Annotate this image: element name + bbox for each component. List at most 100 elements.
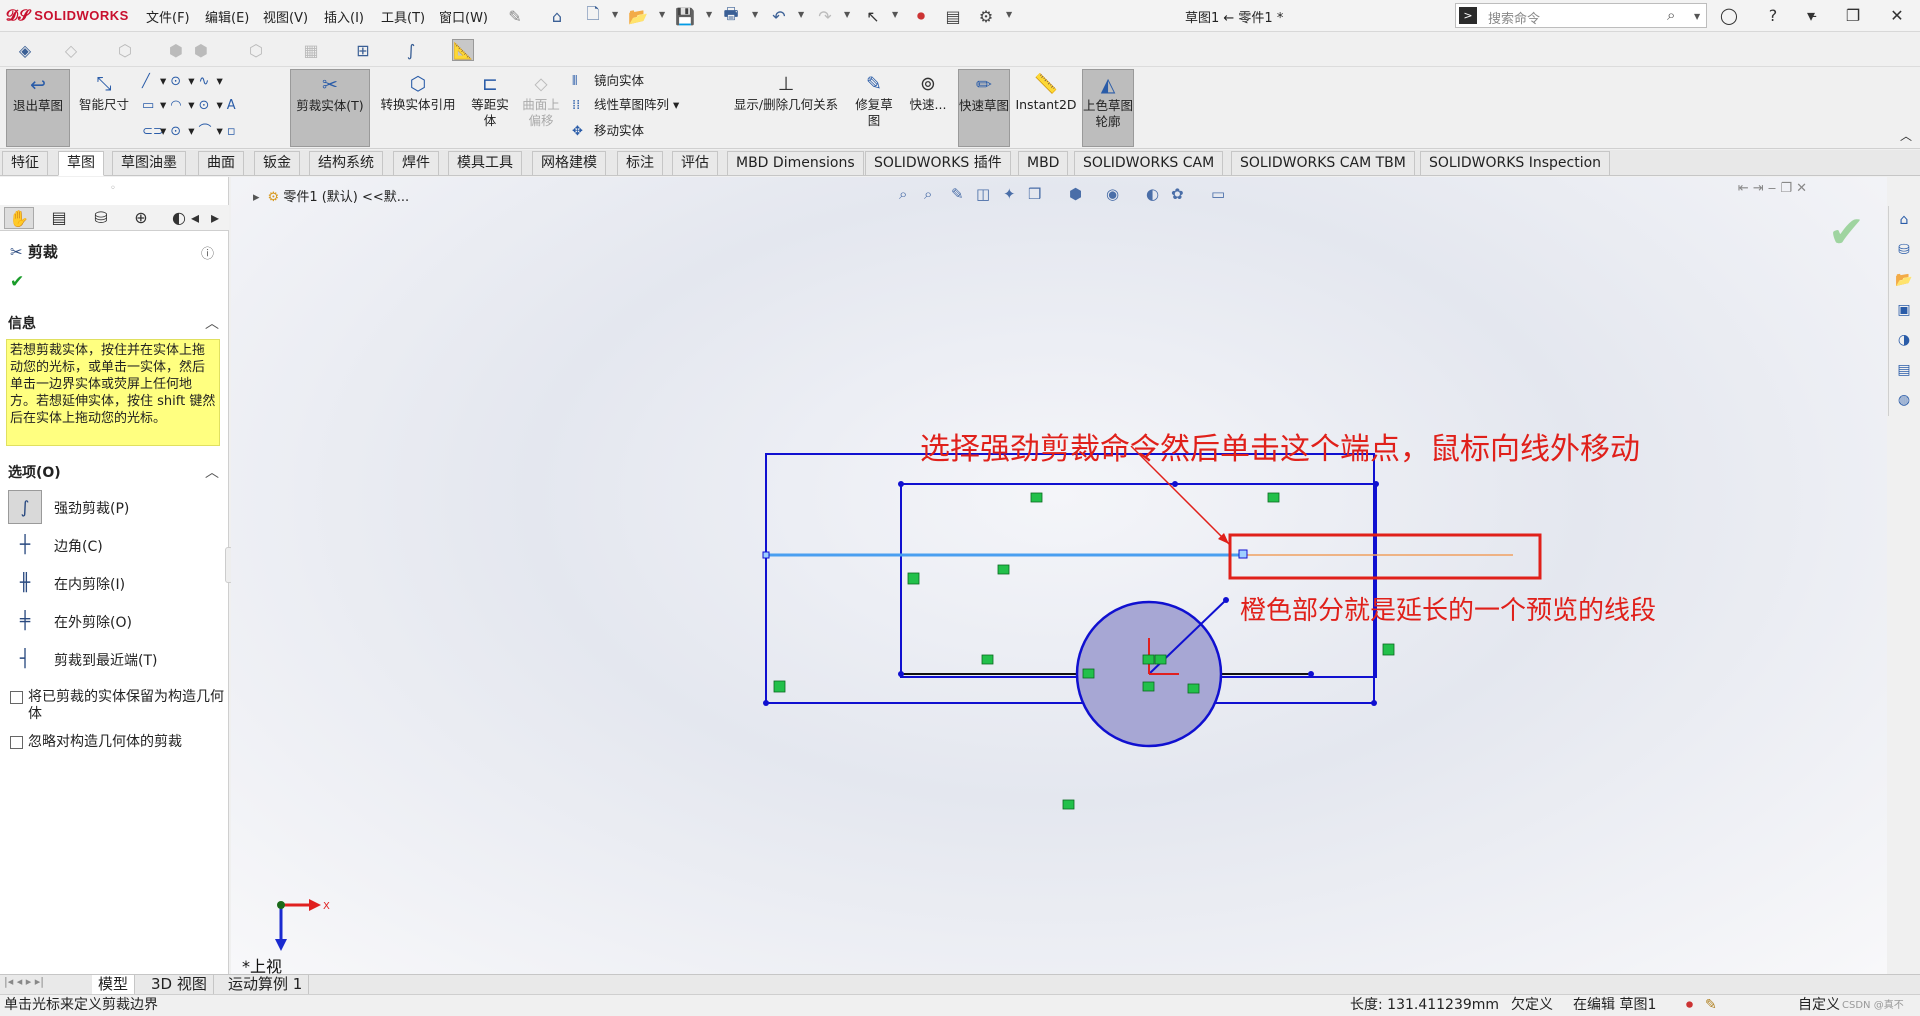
- tab-mbd-dimensions[interactable]: MBD Dimensions: [727, 151, 864, 176]
- ok-check-icon[interactable]: ✔: [10, 272, 24, 292]
- tab-sheet-metal[interactable]: 钣金: [254, 151, 300, 176]
- pin-icon[interactable]: ✎: [504, 5, 526, 27]
- menu-tools[interactable]: 工具(T): [381, 7, 425, 26]
- close-button[interactable]: ✕: [1884, 4, 1910, 28]
- minimize-button[interactable]: –: [1800, 4, 1826, 28]
- tab-cam[interactable]: SOLIDWORKS CAM: [1074, 151, 1224, 176]
- option-trim-away-outside[interactable]: ╪ 在外剪除(O): [8, 604, 218, 638]
- reference-icon[interactable]: ⬡: [245, 39, 267, 61]
- units-selector[interactable]: 自定义: [1798, 995, 1840, 1016]
- tab-cam-tbm[interactable]: SOLIDWORKS CAM TBM: [1231, 151, 1415, 176]
- file-explorer-icon[interactable]: 📂: [1894, 270, 1914, 290]
- repair-sketch-button[interactable]: ✎ 修复草图: [852, 69, 896, 147]
- search-dropdown-icon[interactable]: ▼: [1694, 12, 1700, 21]
- rebuild-icon[interactable]: ⏺: [910, 5, 932, 27]
- tab-mold-tools[interactable]: 模具工具: [448, 151, 522, 176]
- option-power-trim[interactable]: ∫ 强劲剪裁(P): [8, 490, 218, 524]
- shaded-sketch-button[interactable]: ◭ 上色草图轮廓: [1082, 69, 1134, 147]
- tab-model[interactable]: 模型: [92, 975, 136, 995]
- appearances-icon[interactable]: ◑: [1894, 330, 1914, 350]
- option-trim-to-closest[interactable]: ┤ 剪裁到最近端(T): [8, 642, 218, 676]
- part-icon[interactable]: ◈: [14, 39, 36, 61]
- tab-evaluate[interactable]: 评估: [672, 151, 718, 176]
- menu-view[interactable]: 视图(V): [263, 7, 308, 26]
- menu-insert[interactable]: 插入(I): [324, 7, 364, 26]
- undo-icon[interactable]: ↶: [768, 5, 790, 27]
- redo-icon[interactable]: ↷: [814, 5, 836, 27]
- sketch-canvas[interactable]: ⌕ ⌕ ✎ ◫ ✦ ❒ ⬢ ◉ ◐ ✿ ▭ X: [231, 177, 1887, 974]
- options-section-header[interactable]: 选项(O) ︿: [0, 462, 229, 484]
- dimxpert-tab-icon[interactable]: ⊕: [126, 207, 156, 229]
- home-pane-icon[interactable]: ⌂: [1894, 210, 1914, 230]
- slot-tool[interactable]: ⊂⊃▾ ⊙ ▾ ⌒ ▾ ▫: [142, 121, 245, 141]
- user-icon[interactable]: ◯: [1716, 4, 1742, 28]
- restore-button[interactable]: ❐: [1840, 4, 1866, 28]
- search-input[interactable]: 搜索命令: [1488, 8, 1540, 27]
- exit-sketch-button[interactable]: ↩ 退出草图: [6, 69, 70, 147]
- rebuild-status-icon[interactable]: ⏺: [1686, 995, 1693, 1016]
- resources-icon[interactable]: ⛁: [1894, 240, 1914, 260]
- property-manager-tab-icon[interactable]: ▤: [44, 207, 74, 229]
- tab-mbd[interactable]: MBD: [1018, 151, 1069, 176]
- rectangle-tool[interactable]: ▭ ▾ ◠ ▾ ⊙ ▾ A: [142, 95, 245, 115]
- instant2d-button[interactable]: 📏 Instant2D: [1012, 69, 1080, 147]
- smart-dimension-button[interactable]: ⤡ 智能尺寸: [74, 69, 134, 147]
- feature-tree-breadcrumb[interactable]: ▸ ⚙ 零件1 (默认) <<默...: [253, 186, 409, 205]
- feature-manager-tab-icon[interactable]: ✋: [4, 207, 34, 229]
- tab-structure[interactable]: 结构系统: [309, 151, 383, 176]
- tab-addins[interactable]: SOLIDWORKS 插件: [865, 151, 1011, 176]
- show-relations-button[interactable]: ⊥ 显示/删除几何关系: [724, 69, 848, 147]
- forum-icon[interactable]: ◍: [1894, 390, 1914, 410]
- tab-sketch-ink[interactable]: 草图油墨: [112, 151, 186, 176]
- drag-handle-icon[interactable]: ◦: [110, 183, 116, 194]
- home-icon[interactable]: ⌂: [546, 5, 568, 27]
- menu-window[interactable]: 窗口(W): [439, 7, 488, 26]
- trim-entities-button[interactable]: ✂ 剪裁实体(T): [290, 69, 370, 147]
- tab-sketch[interactable]: 草图: [58, 151, 104, 176]
- custom-properties-icon[interactable]: ▤: [1894, 360, 1914, 380]
- new-icon[interactable]: 🗋: [582, 4, 604, 27]
- window-controls[interactable]: ⇤ ⇥ ‒ ❐ ✕: [1738, 181, 1807, 196]
- print-icon[interactable]: 🖶: [720, 4, 742, 27]
- quick-snaps-button[interactable]: ⊚ 快速...: [906, 69, 950, 147]
- move-entities-button[interactable]: ✥ 移动实体: [572, 121, 644, 141]
- collapse-ribbon-icon[interactable]: ︿: [1900, 127, 1912, 144]
- tab-next-icon[interactable]: ▸: [206, 207, 224, 229]
- sketch-status-icon[interactable]: ✎: [1705, 995, 1717, 1016]
- convert-entities-button[interactable]: ⬡ 转换实体引用: [374, 69, 462, 147]
- tab-features[interactable]: 特征: [2, 151, 48, 176]
- copy-icon[interactable]: ⬢: [190, 39, 212, 61]
- layout-icon[interactable]: ⊞: [352, 39, 374, 61]
- menu-edit[interactable]: 编辑(E): [205, 7, 249, 26]
- graphics-area[interactable]: ⌕ ⌕ ✎ ◫ ✦ ❒ ⬢ ◉ ◐ ✿ ▭ X ✔ ⇤ ⇥ ‒ ❐ ✕: [231, 177, 1887, 974]
- feature-icon[interactable]: ⬡: [114, 39, 136, 61]
- line-tool[interactable]: ╱ ▾ ⊙ ▾ ∿ ▾: [142, 71, 223, 91]
- option-trim-away-inside[interactable]: ╫ 在内剪除(I): [8, 566, 218, 600]
- spline-icon[interactable]: ∫: [400, 39, 422, 61]
- open-icon[interactable]: 📂: [627, 5, 649, 27]
- configuration-tab-icon[interactable]: ⛁: [86, 207, 116, 229]
- linear-pattern-button[interactable]: ⁞⁞ 线性草图阵列 ▾: [572, 95, 679, 115]
- search-icon[interactable]: ⌕: [1667, 6, 1675, 24]
- rapid-sketch-button[interactable]: ✏ 快速草图: [958, 69, 1010, 147]
- save-icon[interactable]: 💾: [674, 5, 696, 27]
- tab-surfaces[interactable]: 曲面: [198, 151, 244, 176]
- offset-entities-button[interactable]: ⊏ 等距实体: [466, 69, 514, 147]
- tab-scroll-icons[interactable]: |◂ ◂ ▸ ▸|: [4, 975, 44, 988]
- tab-prev-icon[interactable]: ◂: [186, 207, 204, 229]
- mirror-entities-button[interactable]: ⫴ 镜向实体: [572, 71, 644, 91]
- help-circle-icon[interactable]: ⓘ: [201, 243, 214, 262]
- search-box[interactable]: > 搜索命令 ⌕ ▼: [1455, 3, 1707, 28]
- pattern-icon[interactable]: ▦: [300, 39, 322, 61]
- surface-offset-button[interactable]: ⬦ 曲面上偏移: [518, 69, 564, 147]
- menu-file[interactable]: 文件(F): [146, 7, 190, 26]
- tab-motion-study[interactable]: 运动算例 1: [222, 975, 310, 995]
- assembly-icon[interactable]: ◇: [60, 39, 82, 61]
- tab-mesh[interactable]: 网格建模: [532, 151, 606, 176]
- cut-icon[interactable]: ⬢: [165, 39, 187, 61]
- option-corner[interactable]: ┼ 边角(C): [8, 528, 218, 562]
- view-palette-icon[interactable]: ▣: [1894, 300, 1914, 320]
- file-properties-icon[interactable]: ▤: [942, 5, 964, 27]
- tab-inspection[interactable]: SOLIDWORKS Inspection: [1420, 151, 1611, 176]
- info-section-header[interactable]: 信息 ︿: [0, 313, 229, 335]
